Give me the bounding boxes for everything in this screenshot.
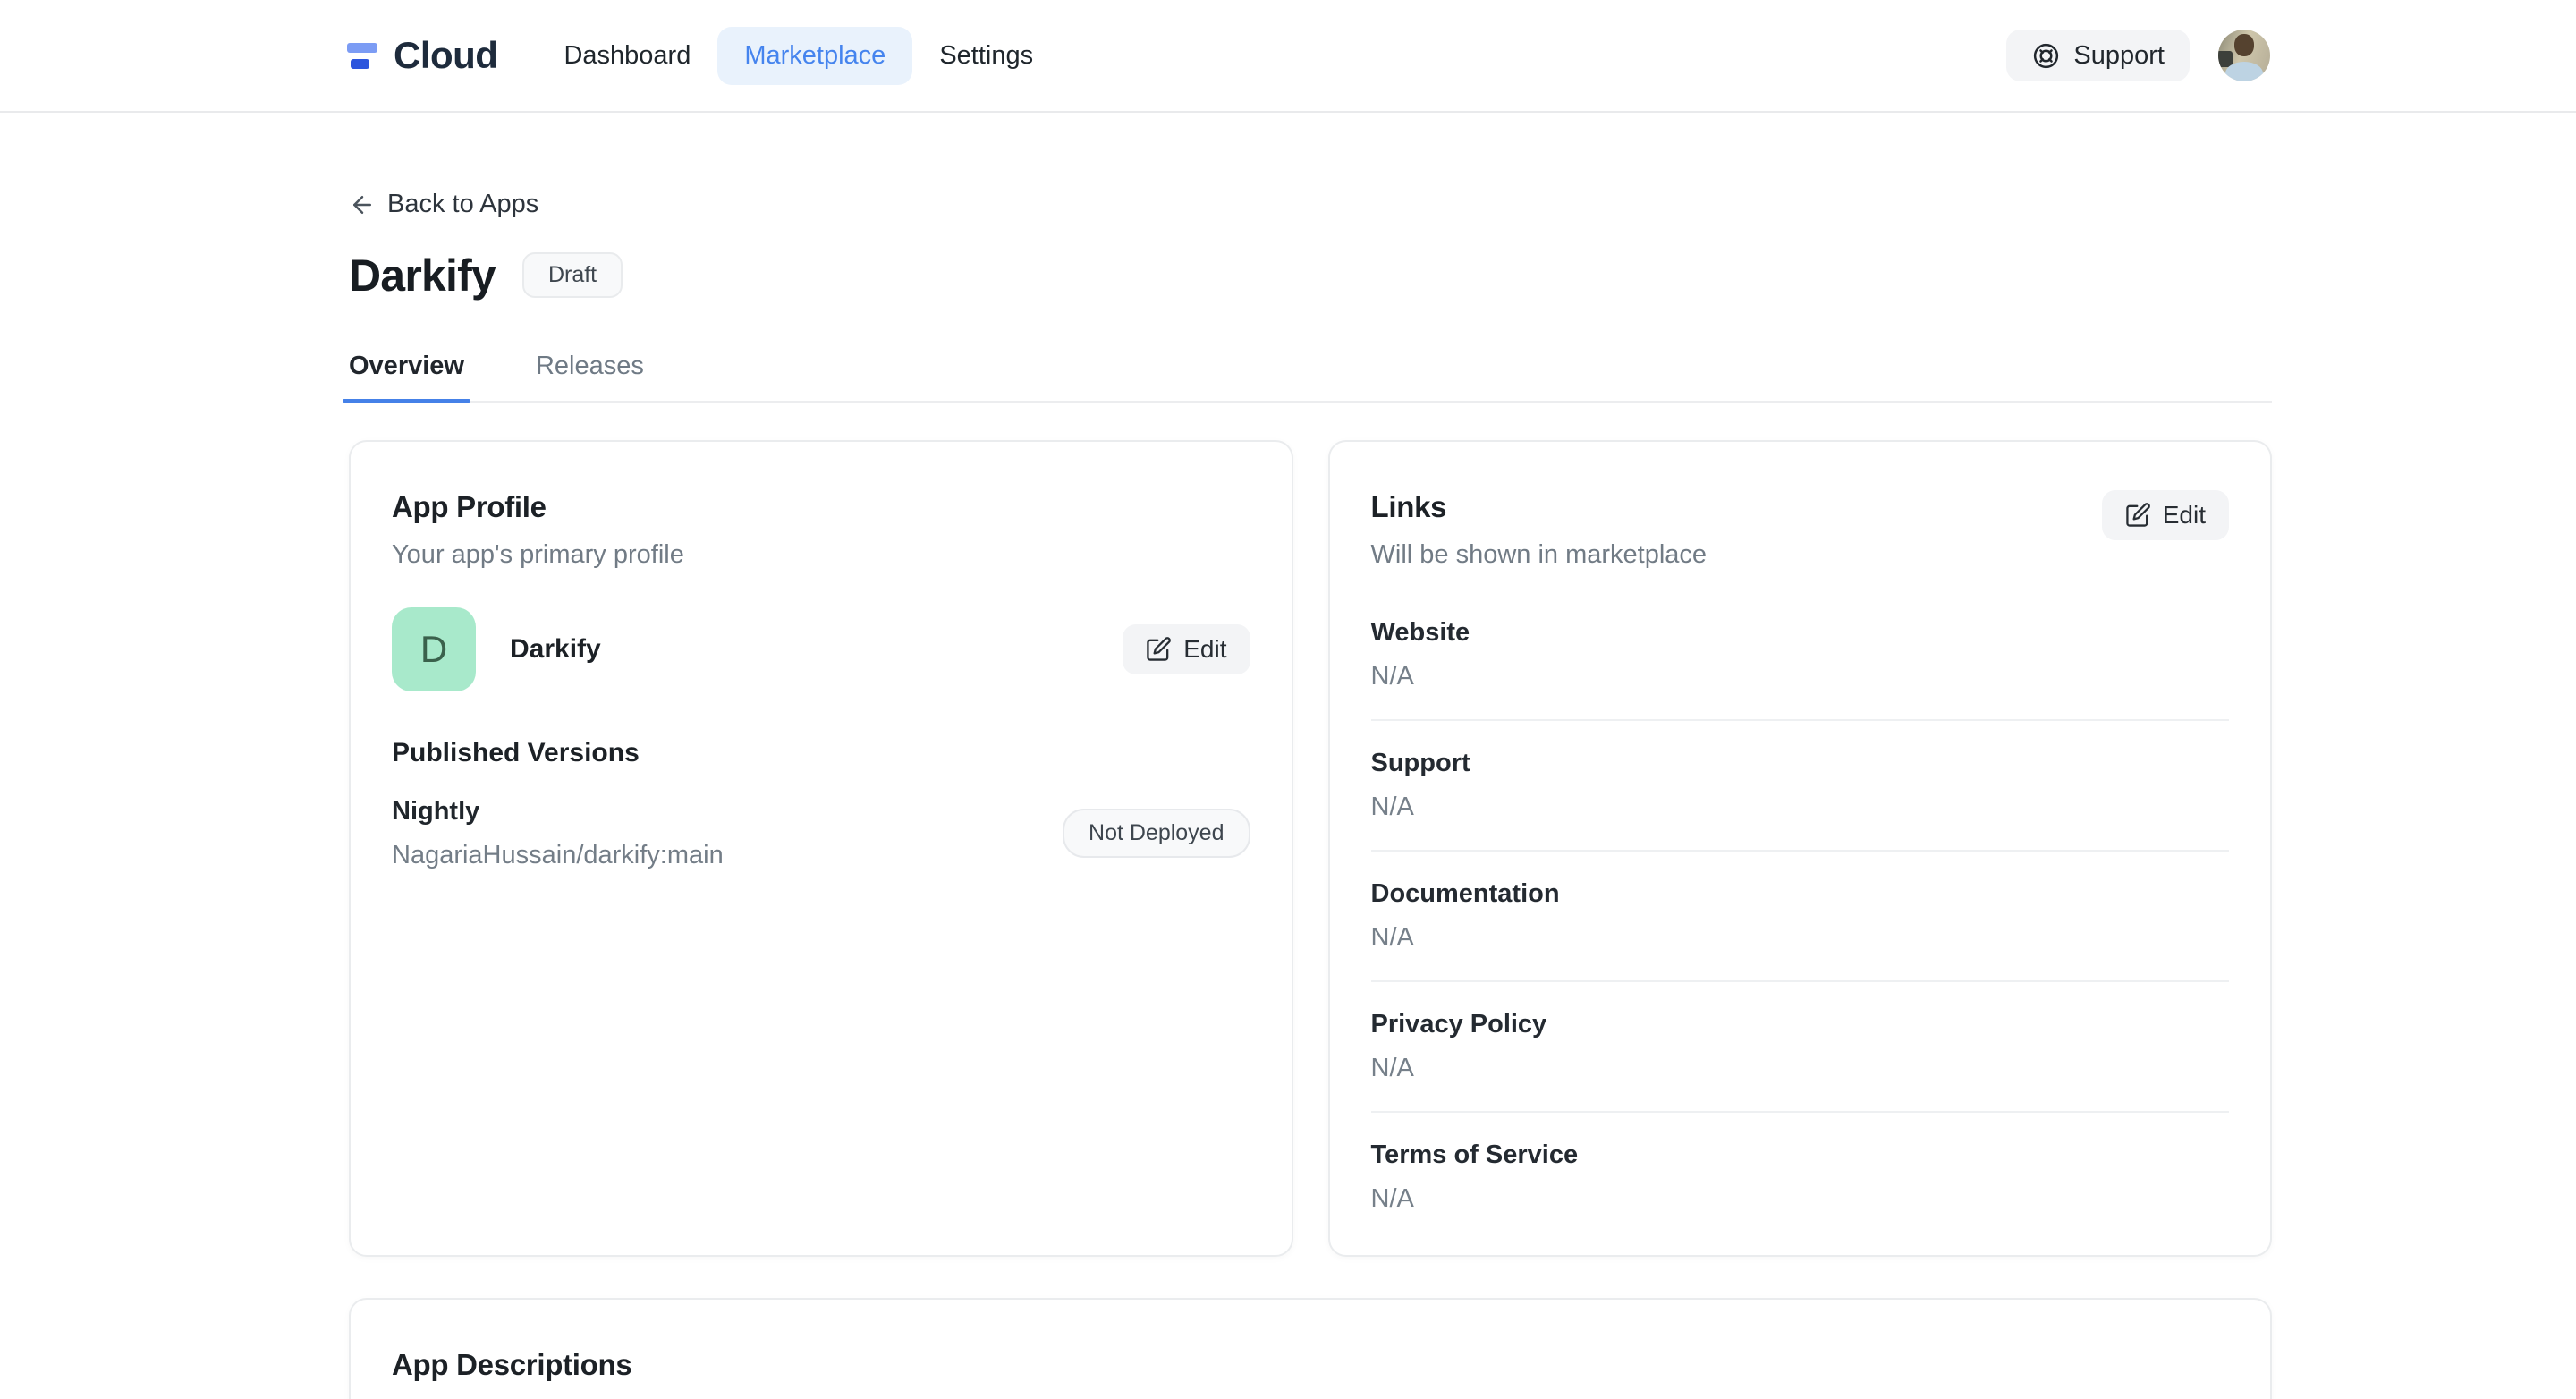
edit-app-profile-button[interactable]: Edit: [1123, 623, 1250, 674]
links-subtitle: Will be shown in marketplace: [1370, 539, 1707, 569]
version-row: Nightly NagariaHussain/darkify:main Not …: [392, 797, 1250, 870]
deploy-status-badge: Not Deployed: [1063, 809, 1250, 858]
status-badge: Draft: [521, 252, 623, 298]
app-profile-title: App Profile: [392, 489, 547, 523]
app-name: Darkify: [510, 633, 601, 664]
brand-name: Cloud: [394, 34, 498, 76]
support-button[interactable]: Support: [2006, 30, 2190, 81]
version-channel: Nightly: [392, 796, 480, 826]
support-label: Support: [2073, 40, 2165, 70]
page-content: Back to Apps Darkify Draft Overview Rele…: [343, 113, 2272, 1399]
app-descriptions-title: App Descriptions: [392, 1347, 632, 1381]
app-profile-card: App Profile Your app's primary profile D…: [349, 439, 1293, 1257]
app-profile-subtitle: Your app's primary profile: [392, 539, 684, 569]
edit-links-button[interactable]: Edit: [2101, 489, 2229, 540]
link-row-support: Support N/A: [1370, 721, 2229, 852]
nav-item-settings[interactable]: Settings: [912, 27, 1060, 85]
link-row-terms-of-service: Terms of Service N/A: [1370, 1140, 1579, 1213]
top-nav: Cloud Dashboard Marketplace Settings Sup…: [0, 0, 2576, 113]
link-row-documentation: Documentation N/A: [1370, 852, 2229, 982]
tab-overview[interactable]: Overview: [343, 352, 470, 403]
tab-bar: Overview Releases: [343, 352, 2272, 403]
edit-pencil-icon: [2126, 503, 2150, 527]
nav-item-dashboard[interactable]: Dashboard: [537, 27, 717, 85]
lifebuoy-icon: [2034, 43, 2059, 68]
page-title: Darkify: [349, 250, 496, 301]
links-list: Website N/A Support N/A Documentation N/…: [1370, 618, 2229, 1214]
links-card: Links Will be shown in marketplace Edit …: [1327, 439, 2272, 1257]
arrow-left-icon: [353, 195, 371, 214]
links-title: Links: [1370, 489, 1447, 523]
link-row-privacy-policy: Privacy Policy N/A: [1370, 982, 2229, 1113]
app-descriptions-card: App Descriptions Details about your app: [349, 1297, 2272, 1399]
user-avatar[interactable]: [2218, 30, 2270, 81]
back-to-apps-link[interactable]: Back to Apps: [349, 190, 538, 219]
published-versions-heading: Published Versions: [392, 737, 640, 767]
tab-releases[interactable]: Releases: [530, 352, 650, 401]
page-title-row: Darkify Draft: [349, 250, 2272, 301]
edit-pencil-icon: [1147, 637, 1172, 661]
main-nav: Dashboard Marketplace Settings: [537, 26, 1060, 85]
app-profile-row: D Darkify Edit: [392, 606, 1250, 691]
app-avatar: D: [392, 606, 476, 691]
nav-item-marketplace[interactable]: Marketplace: [717, 26, 913, 85]
brand-logo-icon: [347, 42, 379, 69]
link-row-website: Website N/A: [1370, 618, 2229, 721]
brand-logo[interactable]: Cloud: [347, 34, 498, 77]
version-source: NagariaHussain/darkify:main: [392, 840, 724, 869]
